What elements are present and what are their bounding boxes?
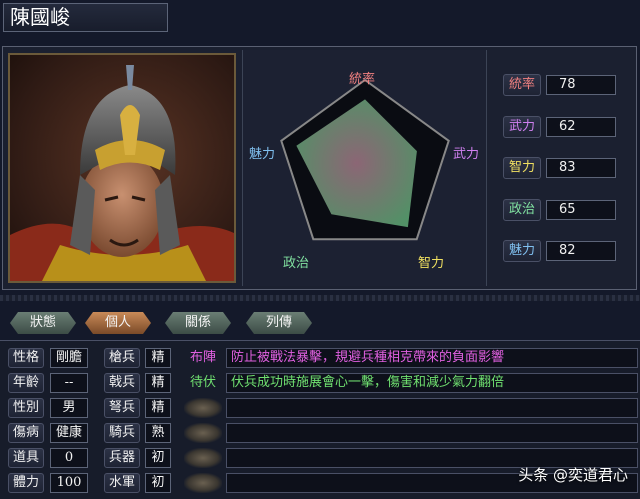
- stat-row-war: 武力 62: [503, 116, 623, 138]
- stat-value: 82: [546, 241, 616, 261]
- attribute-label: 體力: [8, 473, 44, 493]
- stat-row-charm: 魅力 82: [503, 240, 623, 262]
- skill-name[interactable]: [184, 398, 222, 418]
- skill-description: [226, 398, 638, 418]
- attribute-label: 性格: [8, 348, 44, 368]
- troop-aptitude-label: 水軍: [104, 473, 140, 493]
- troop-aptitude-value: 初: [145, 448, 171, 468]
- stat-value: 83: [546, 158, 616, 178]
- stat-row-intelligence: 智力 83: [503, 157, 623, 179]
- troop-aptitude-label: 兵器: [104, 448, 140, 468]
- skill-description: [226, 423, 638, 443]
- troop-aptitude-value: 初: [145, 473, 171, 493]
- skill-name[interactable]: [184, 423, 222, 443]
- attribute-label: 性別: [8, 398, 44, 418]
- officer-name: 陳國峻: [3, 3, 168, 32]
- skill-name[interactable]: 布陣: [184, 348, 222, 368]
- watermark: 头条 @奕道君心: [518, 466, 628, 484]
- attribute-label: 道具: [8, 448, 44, 468]
- portrait-image: [10, 65, 234, 281]
- skill-description: 防止被戰法暴擊，規避兵種相克帶來的負面影響: [226, 348, 638, 368]
- stat-label: 智力: [503, 157, 541, 179]
- troop-aptitude-value: 精: [145, 348, 171, 368]
- stat-label: 魅力: [503, 240, 541, 262]
- skill-name[interactable]: [184, 473, 222, 493]
- attribute-value: 0: [50, 448, 88, 468]
- stat-value: 62: [546, 117, 616, 137]
- section-divider: [0, 295, 640, 301]
- attribute-value: 健康: [50, 423, 88, 443]
- stat-row-politics: 政治 65: [503, 199, 623, 221]
- attribute-value: 男: [50, 398, 88, 418]
- stat-label: 武力: [503, 116, 541, 138]
- troop-aptitude-value: 精: [145, 398, 171, 418]
- tab-personal[interactable]: 個人: [85, 312, 151, 334]
- troop-aptitude-value: 熟: [145, 423, 171, 443]
- tab-status[interactable]: 狀態: [10, 312, 76, 334]
- troop-aptitude-label: 戟兵: [104, 373, 140, 393]
- skill-name[interactable]: 待伏: [184, 373, 222, 393]
- troop-aptitude-label: 騎兵: [104, 423, 140, 443]
- stat-value: 78: [546, 75, 616, 95]
- radar-chart-panel: 統率 武力 智力 政治 魅力: [242, 50, 487, 286]
- officer-portrait: [8, 53, 236, 283]
- radar-label-war: 武力: [453, 147, 480, 162]
- tab-relations[interactable]: 關係: [165, 312, 231, 334]
- radar-label-command: 統率: [349, 72, 376, 87]
- radar-label-charm: 魅力: [249, 147, 276, 162]
- troop-aptitude-label: 弩兵: [104, 398, 140, 418]
- attribute-label: 年齡: [8, 373, 44, 393]
- attribute-label: 傷病: [8, 423, 44, 443]
- radar-label-intelligence: 智力: [418, 256, 445, 271]
- stat-row-command: 統率 78: [503, 74, 623, 96]
- stat-label: 政治: [503, 199, 541, 221]
- attribute-value: 剛膽: [50, 348, 88, 368]
- tab-biography[interactable]: 列傳: [246, 312, 312, 334]
- attribute-value: --: [50, 373, 88, 393]
- troop-aptitude-label: 槍兵: [104, 348, 140, 368]
- radar-label-politics: 政治: [283, 256, 310, 271]
- attribute-value: 100: [50, 473, 88, 493]
- stat-label: 統率: [503, 74, 541, 96]
- stat-value: 65: [546, 200, 616, 220]
- skill-name[interactable]: [184, 448, 222, 468]
- troop-aptitude-value: 精: [145, 373, 171, 393]
- skill-description: 伏兵成功時施展會心一擊，傷害和減少氣力翻倍: [226, 373, 638, 393]
